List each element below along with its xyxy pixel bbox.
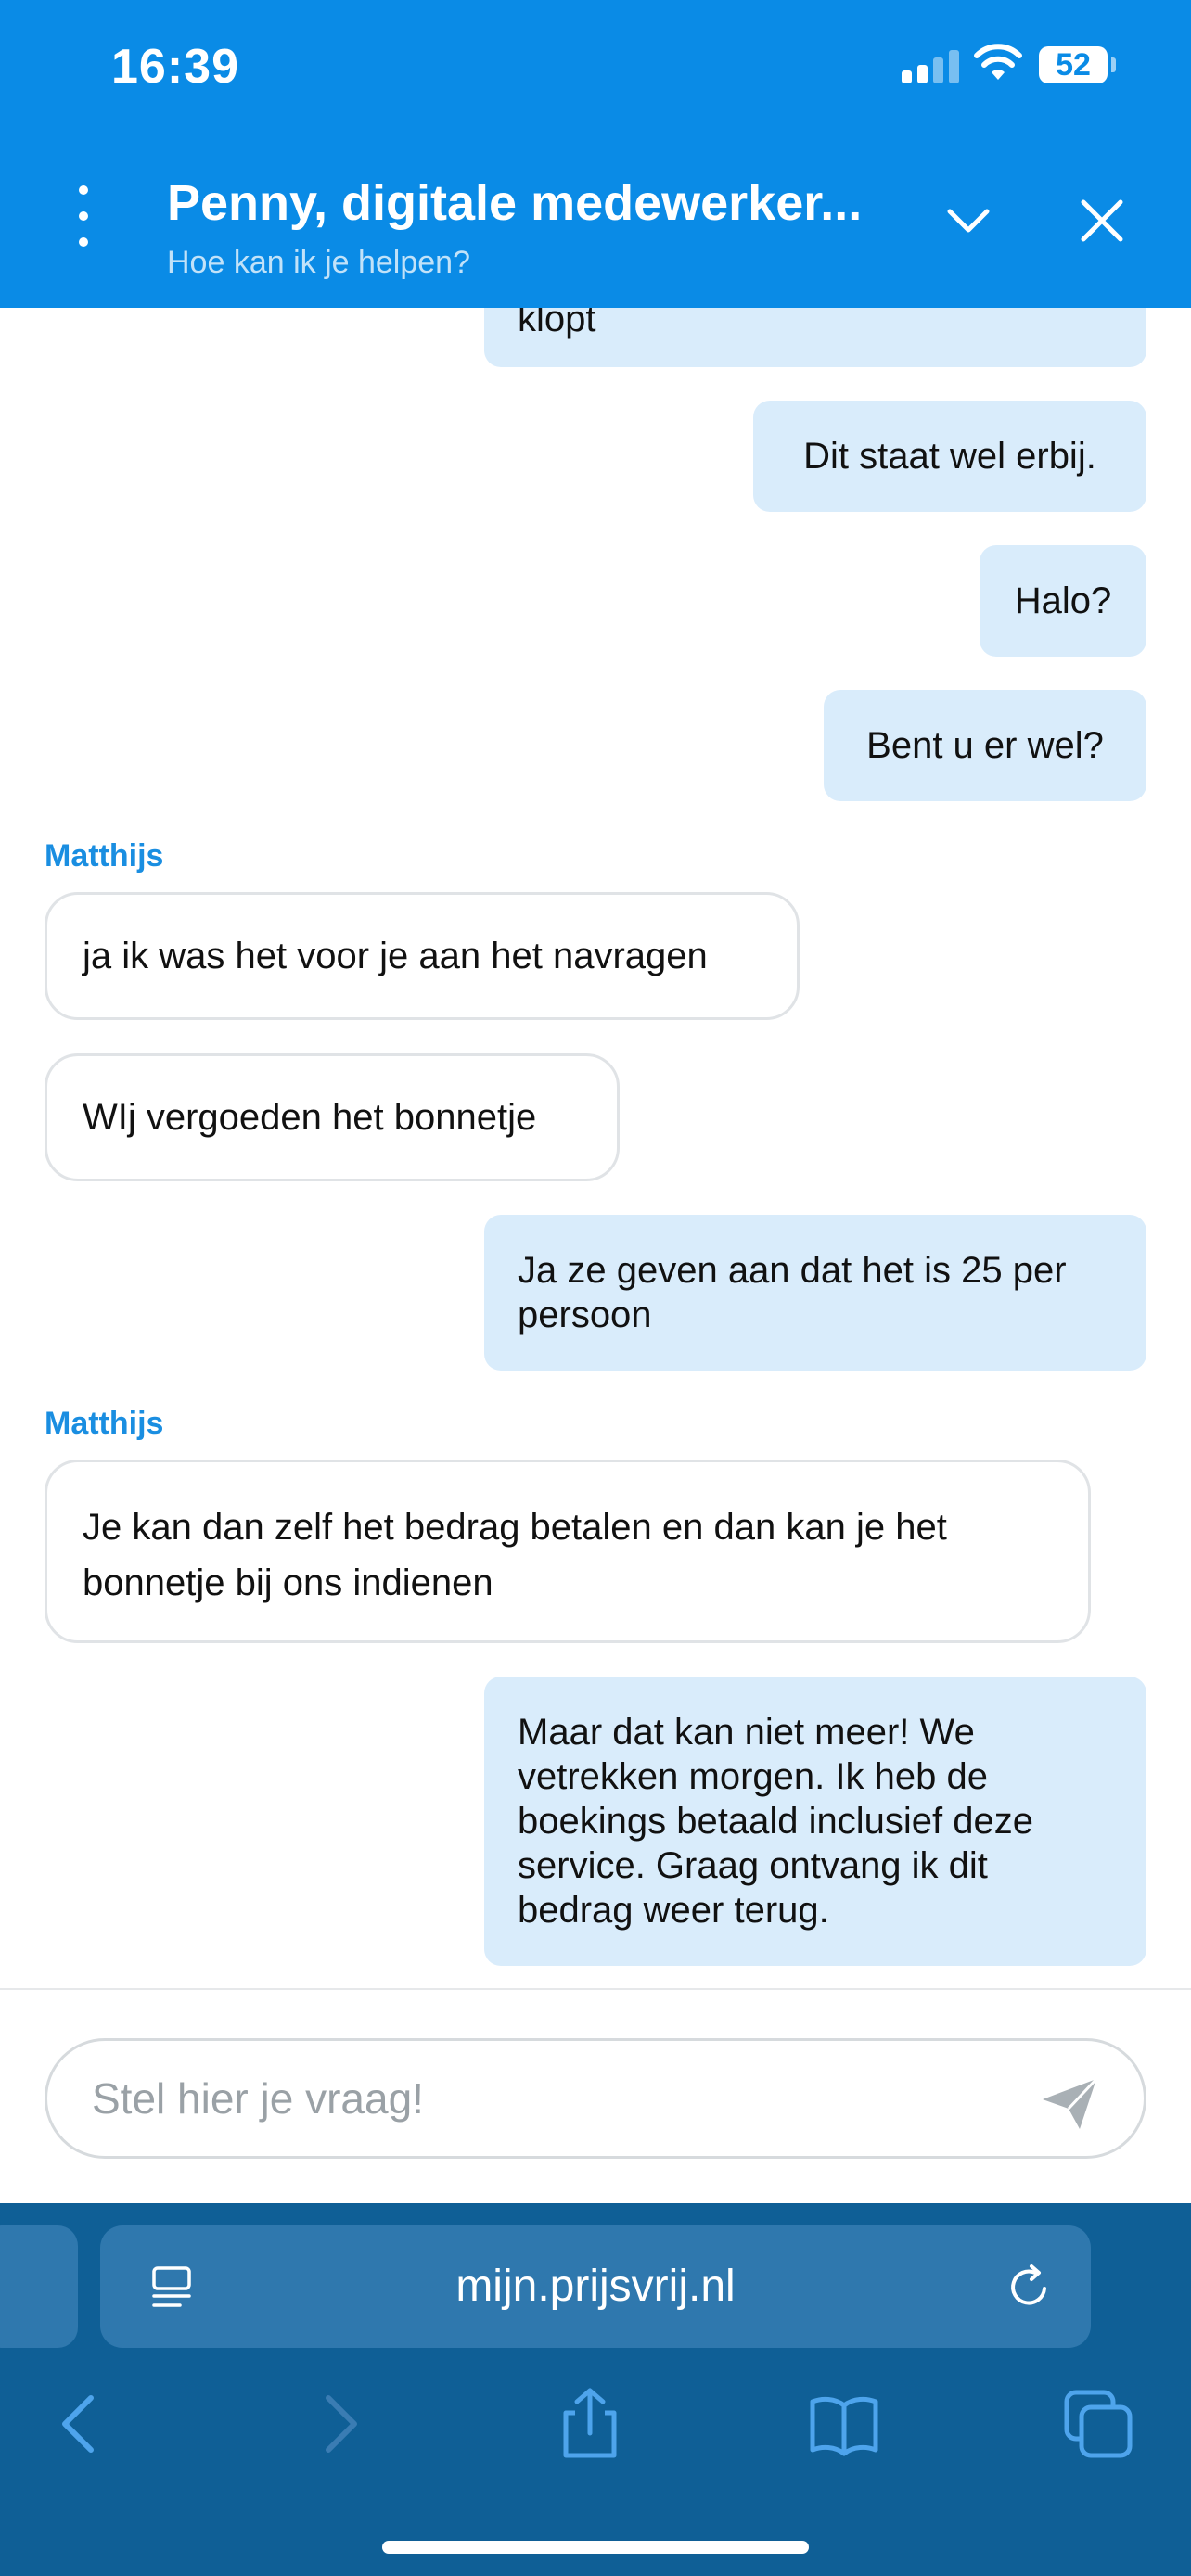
message-text: ja ik was het voor je aan het navragen [83, 936, 708, 976]
user-message: Bent u er wel? [824, 690, 1146, 801]
wifi-icon [974, 44, 1022, 80]
agent-name: Matthijs [45, 838, 164, 874]
message-text: Dit staat wel erbij. [803, 436, 1096, 477]
message-text: Halo? [1014, 580, 1112, 621]
tabs-icon[interactable] [1061, 2387, 1135, 2461]
page-subtitle: Hoe kan ik je helpen? [167, 245, 471, 280]
chevron-down-icon[interactable] [942, 195, 994, 247]
home-indicator [382, 2541, 809, 2554]
status-time: 16:39 [111, 40, 239, 94]
message-composer [0, 1988, 1191, 2203]
battery-cap [1111, 57, 1116, 72]
user-message: Dit staat wel erbij. [753, 401, 1146, 512]
back-icon[interactable] [43, 2387, 117, 2461]
share-icon[interactable] [553, 2387, 627, 2461]
url-text: mijn.prijsvrij.nl [455, 2262, 736, 2311]
address-bar[interactable]: mijn.prijsvrij.nl [100, 2225, 1091, 2348]
user-message: klopt [484, 308, 1146, 367]
kebab-menu-icon[interactable] [74, 182, 93, 250]
chat-header: 16:39 52 Penny, digitale medewerker... H… [0, 0, 1191, 308]
bookmarks-icon[interactable] [807, 2387, 881, 2461]
reload-icon[interactable] [1004, 2261, 1056, 2313]
browser-toolbar: mijn.prijsvrij.nl [0, 2203, 1191, 2576]
close-icon[interactable] [1076, 195, 1128, 247]
signal-icon [902, 50, 959, 83]
page-title: Penny, digitale medewerker... [167, 175, 863, 231]
message-text: WIj vergoeden het bonnetje [83, 1097, 537, 1138]
message-text: Je kan dan zelf het bedrag betalen en da… [83, 1507, 947, 1603]
message-input[interactable] [45, 2038, 1146, 2159]
agent-message: WIj vergoeden het bonnetje [45, 1053, 620, 1181]
message-text: Bent u er wel? [866, 725, 1104, 766]
send-icon[interactable] [1039, 2075, 1100, 2133]
chat-messages[interactable]: klopt Dit staat wel erbij. Halo? Bent u … [0, 308, 1191, 1988]
message-text: Ja ze geven aan dat het is 25 per persoo… [518, 1250, 1067, 1335]
forward-icon [326, 2395, 357, 2453]
message-text: klopt [518, 308, 596, 339]
user-message: Ja ze geven aan dat het is 25 per persoo… [484, 1215, 1146, 1371]
previous-tab-peek[interactable] [0, 2225, 78, 2348]
agent-name: Matthijs [45, 1406, 164, 1441]
battery-icon: 52 [1039, 46, 1108, 83]
user-message: Halo? [980, 545, 1146, 657]
agent-message: Je kan dan zelf het bedrag betalen en da… [45, 1460, 1091, 1643]
agent-message: ja ik was het voor je aan het navragen [45, 892, 800, 1020]
user-message: Maar dat kan niet meer! We vetrekken mor… [484, 1677, 1146, 1966]
message-text: Maar dat kan niet meer! We vetrekken mor… [518, 1712, 1033, 1931]
